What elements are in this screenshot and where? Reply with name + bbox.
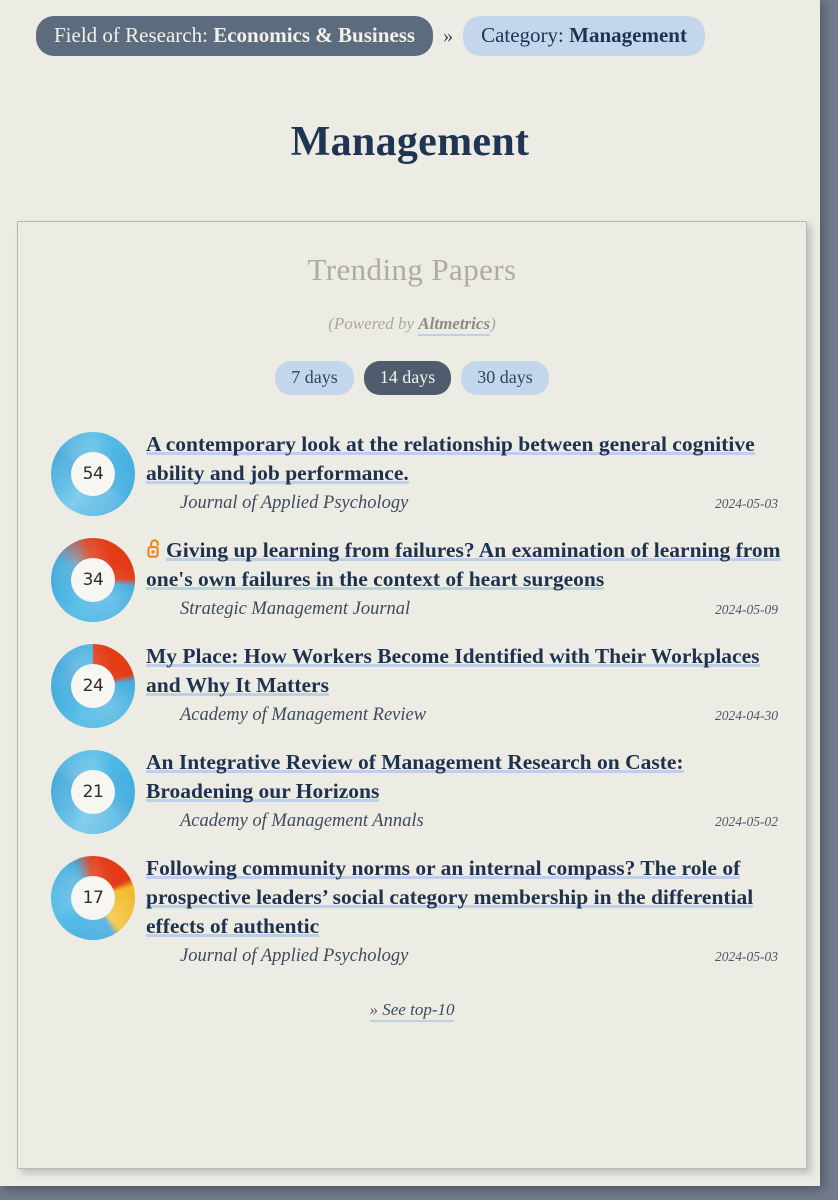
time-range-filter-group: 7 days 14 days 30 days	[18, 361, 806, 395]
altmetrics-link[interactable]: Altmetrics	[418, 314, 491, 336]
paper-title-line: Following community norms or an internal…	[146, 854, 784, 941]
time-filter-14-days[interactable]: 14 days	[363, 361, 452, 395]
paper-journal-name: Journal of Applied Psychology	[180, 946, 409, 966]
time-filter-7-days[interactable]: 7 days	[275, 361, 354, 395]
paper-publication-date: 2024-05-03	[715, 949, 778, 964]
paper-body: My Place: How Workers Become Identified …	[146, 638, 784, 726]
page-sheet: Field of Research: Economics & Business …	[0, 0, 820, 1186]
altmetric-badge-wrap: 34	[40, 532, 146, 622]
paper-title-link[interactable]: Giving up learning from failures? An exa…	[146, 538, 781, 591]
trending-papers-list: 54 A contemporary look at the relationshi…	[18, 417, 806, 974]
paper-title-link[interactable]: An Integrative Review of Management Rese…	[146, 750, 684, 803]
altmetric-badge-wrap: 54	[40, 426, 146, 516]
paper-list-item: 24 My Place: How Workers Become Identifie…	[40, 629, 784, 735]
altmetric-donut-icon[interactable]: 54	[51, 432, 135, 516]
trending-papers-card: Trending Papers (Powered by Altmetrics) …	[17, 221, 807, 1169]
time-filter-30-days[interactable]: 30 days	[461, 361, 549, 395]
see-more-row: » See top-10	[18, 1000, 806, 1022]
breadcrumb-field-of-research[interactable]: Field of Research: Economics & Business	[36, 16, 434, 56]
altmetric-donut-icon[interactable]: 21	[51, 750, 135, 834]
breadcrumb-category-label: Category:	[481, 23, 564, 47]
paper-list-item: 54 A contemporary look at the relationshi…	[40, 417, 784, 523]
breadcrumb: Field of Research: Economics & Business …	[0, 0, 820, 56]
altmetric-badge-wrap: 17	[40, 850, 146, 940]
paper-title-line: My Place: How Workers Become Identified …	[146, 642, 784, 700]
paper-body: Following community norms or an internal…	[146, 850, 784, 967]
card-title: Trending Papers	[307, 252, 517, 287]
altmetric-badge-wrap: 24	[40, 638, 146, 728]
paper-body: An Integrative Review of Management Rese…	[146, 744, 784, 832]
open-access-icon	[146, 537, 163, 564]
altmetric-score: 21	[71, 770, 115, 814]
paper-title-line: Giving up learning from failures? An exa…	[146, 536, 784, 594]
paper-body: A contemporary look at the relationship …	[146, 426, 784, 514]
paper-title-link[interactable]: My Place: How Workers Become Identified …	[146, 644, 760, 697]
paper-title-line: An Integrative Review of Management Rese…	[146, 748, 784, 806]
paper-meta-row: Academy of Management Review 2024-04-30	[146, 705, 784, 726]
paper-title-link[interactable]: Following community norms or an internal…	[146, 856, 754, 938]
paper-publication-date: 2024-04-30	[715, 708, 778, 723]
paper-title-line: A contemporary look at the relationship …	[146, 430, 784, 488]
paper-list-item: 34 Giving up learning from failures? An e…	[40, 523, 784, 629]
paper-meta-row: Academy of Management Annals 2024-05-02	[146, 811, 784, 832]
powered-by-note: (Powered by Altmetrics)	[18, 314, 806, 336]
paper-journal-name: Strategic Management Journal	[180, 599, 411, 619]
paper-title-link[interactable]: A contemporary look at the relationship …	[146, 432, 755, 485]
paper-meta-row: Journal of Applied Psychology 2024-05-03	[146, 946, 784, 967]
powered-by-suffix: )	[490, 314, 496, 333]
paper-list-item: 21 An Integrative Review of Management Re…	[40, 735, 784, 841]
paper-journal-name: Academy of Management Annals	[180, 811, 424, 831]
altmetric-donut-icon[interactable]: 17	[51, 856, 135, 940]
altmetric-donut-icon[interactable]: 24	[51, 644, 135, 728]
breadcrumb-field-value: Economics & Business	[213, 23, 416, 47]
breadcrumb-separator-icon: »	[443, 24, 454, 47]
paper-journal-name: Academy of Management Review	[180, 705, 427, 725]
altmetric-score: 17	[71, 876, 115, 920]
paper-body: Giving up learning from failures? An exa…	[146, 532, 784, 620]
breadcrumb-field-label: Field of Research:	[54, 23, 208, 47]
altmetric-badge-wrap: 21	[40, 744, 146, 834]
paper-meta-row: Strategic Management Journal 2024-05-09	[146, 599, 784, 620]
breadcrumb-category-value: Management	[569, 23, 687, 47]
see-top-10-link[interactable]: » See top-10	[369, 1000, 455, 1022]
paper-publication-date: 2024-05-09	[715, 602, 778, 617]
altmetric-score: 54	[71, 452, 115, 496]
page-root: Field of Research: Economics & Business …	[0, 0, 838, 1200]
paper-meta-row: Journal of Applied Psychology 2024-05-03	[146, 493, 784, 514]
altmetric-score: 34	[71, 558, 115, 602]
altmetric-score: 24	[71, 664, 115, 708]
paper-publication-date: 2024-05-03	[715, 496, 778, 511]
page-title: Management	[290, 119, 530, 165]
powered-by-prefix: (Powered by	[328, 314, 419, 333]
altmetric-donut-icon[interactable]: 34	[51, 538, 135, 622]
paper-journal-name: Journal of Applied Psychology	[180, 493, 409, 513]
paper-publication-date: 2024-05-02	[715, 814, 778, 829]
paper-list-item: 17 Following community norms or an intern…	[40, 841, 784, 974]
breadcrumb-category[interactable]: Category: Management	[463, 16, 705, 56]
